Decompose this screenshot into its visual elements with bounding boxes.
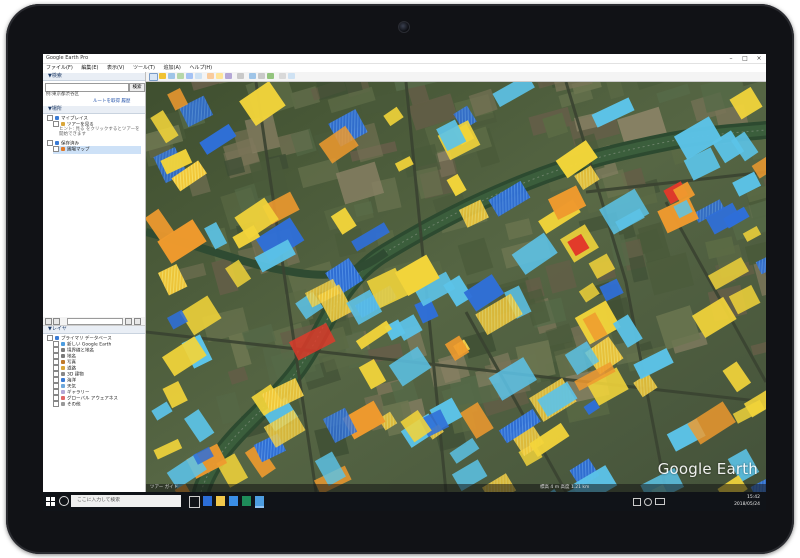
- view-icon[interactable]: [53, 318, 60, 325]
- layer-icon: [61, 402, 65, 406]
- save-image-icon[interactable]: [279, 73, 286, 79]
- maximize-button[interactable]: □: [738, 54, 752, 63]
- historical-imagery-icon[interactable]: [207, 73, 214, 79]
- layer-icon: [61, 342, 65, 346]
- layer-item[interactable]: その他: [53, 401, 81, 409]
- search-section-header[interactable]: ▼検索: [43, 73, 145, 81]
- app-icon[interactable]: [242, 496, 251, 506]
- taskbar-search-input[interactable]: ここに入力して検索: [71, 495, 181, 507]
- taskbar-clock[interactable]: 15:42 2018/05/24: [734, 494, 760, 508]
- google-earth-taskbar-icon[interactable]: [255, 496, 264, 506]
- sidebar-toggle-icon[interactable]: [149, 73, 158, 81]
- screen: Google Earth Pro – □ × ファイル(F) 編集(E) 表示(…: [43, 54, 766, 511]
- menu-view[interactable]: 表示(V): [107, 65, 124, 71]
- edge-icon[interactable]: [203, 496, 212, 506]
- layers-filter-input[interactable]: [67, 318, 123, 325]
- menu-add[interactable]: 追加(A): [164, 65, 181, 71]
- elevation-readout: 標高 4 m 高度 1.21 km: [540, 485, 590, 490]
- layer-icon: [61, 354, 65, 358]
- menu-tools[interactable]: ツール(T): [133, 65, 155, 71]
- record-tour-icon[interactable]: [195, 73, 202, 79]
- expand-icon[interactable]: [125, 318, 132, 325]
- folder-icon: [55, 141, 59, 145]
- places-hint: ヒント: 見る をクリックするとツアーを開始できます: [59, 127, 140, 137]
- overlay-icon[interactable]: [186, 73, 193, 79]
- clock-time: 15:42: [747, 495, 760, 500]
- map-toolbar: [146, 72, 766, 82]
- layer-icon: [61, 372, 65, 376]
- places-item-selected[interactable]: 圃場マップ: [53, 146, 141, 154]
- map-status-bar: ツアー ガイド 標高 4 m 高度 1.21 km: [146, 484, 766, 492]
- cortana-icon[interactable]: [59, 496, 69, 506]
- folder-icon: [55, 116, 59, 120]
- satellite-imagery: [146, 82, 766, 492]
- tablet-device: Google Earth Pro – □ × ファイル(F) 編集(E) 表示(…: [6, 4, 794, 554]
- tour-icon: [61, 122, 65, 126]
- path-icon[interactable]: [177, 73, 184, 79]
- collapse-icon[interactable]: [134, 318, 141, 325]
- layer-icon: [61, 378, 65, 382]
- tour-guide-label[interactable]: ツアー ガイド: [150, 485, 178, 490]
- store-icon[interactable]: [229, 496, 238, 506]
- layer-icon: [61, 360, 65, 364]
- network-icon[interactable]: [633, 498, 641, 506]
- layers-toolbar: [43, 317, 145, 326]
- menu-file[interactable]: ファイル(F): [46, 65, 73, 71]
- window-title: Google Earth Pro: [46, 55, 89, 61]
- checkbox[interactable]: [53, 146, 59, 152]
- minimize-button[interactable]: –: [724, 54, 738, 63]
- planets-icon[interactable]: [225, 73, 232, 79]
- menu-edit[interactable]: 編集(E): [81, 65, 98, 71]
- menu-bar: ファイル(F) 編集(E) 表示(V) ツール(T) 追加(A) ヘルプ(H): [43, 64, 766, 72]
- sidebar: ▼検索 検索 例:東京都渋谷区 ルートを取得 履歴 ▼場所 マイプレイス ツアー…: [43, 72, 146, 492]
- placemark-icon[interactable]: [159, 73, 166, 79]
- email-icon[interactable]: [249, 73, 256, 79]
- task-view-icon[interactable]: [189, 496, 200, 508]
- search-links[interactable]: ルートを取得 履歴: [93, 98, 130, 104]
- polygon-icon[interactable]: [168, 73, 175, 79]
- layer-icon: [61, 390, 65, 394]
- print-icon[interactable]: [258, 73, 265, 79]
- windows-start-icon[interactable]: [46, 497, 55, 506]
- layer-icon: [61, 384, 65, 388]
- menu-help[interactable]: ヘルプ(H): [189, 65, 212, 71]
- places-section-header[interactable]: ▼場所: [43, 106, 145, 114]
- camera-icon: [398, 21, 410, 33]
- layer-icon: [61, 366, 65, 370]
- sunlight-icon[interactable]: [216, 73, 223, 79]
- checkbox[interactable]: [53, 401, 59, 407]
- google-earth-watermark: Google Earth: [657, 460, 758, 478]
- add-folder-icon[interactable]: [45, 318, 52, 325]
- volume-icon[interactable]: [644, 498, 652, 506]
- movie-maker-icon[interactable]: [288, 73, 295, 79]
- file-explorer-icon[interactable]: [216, 496, 225, 506]
- close-button[interactable]: ×: [752, 54, 766, 63]
- maps-icon[interactable]: [267, 73, 274, 79]
- windows-taskbar: ここに入力して検索 15:42 2018/05/24: [43, 492, 766, 511]
- layer-icon: [61, 396, 65, 400]
- ruler-icon[interactable]: [237, 73, 244, 79]
- layer-icon: [61, 147, 65, 151]
- battery-icon[interactable]: [655, 498, 665, 505]
- layers-section-header[interactable]: ▼レイヤ: [43, 326, 145, 334]
- search-button[interactable]: 検索: [129, 83, 145, 92]
- layer-icon: [61, 348, 65, 352]
- map-view[interactable]: Google Earth ツアー ガイド 標高 4 m 高度 1.21 km: [146, 82, 766, 492]
- title-bar: Google Earth Pro – □ ×: [43, 54, 766, 64]
- search-placeholder-text: 例:東京都渋谷区: [46, 92, 80, 97]
- clock-date: 2018/05/24: [734, 502, 760, 507]
- layer-icon: [55, 336, 59, 340]
